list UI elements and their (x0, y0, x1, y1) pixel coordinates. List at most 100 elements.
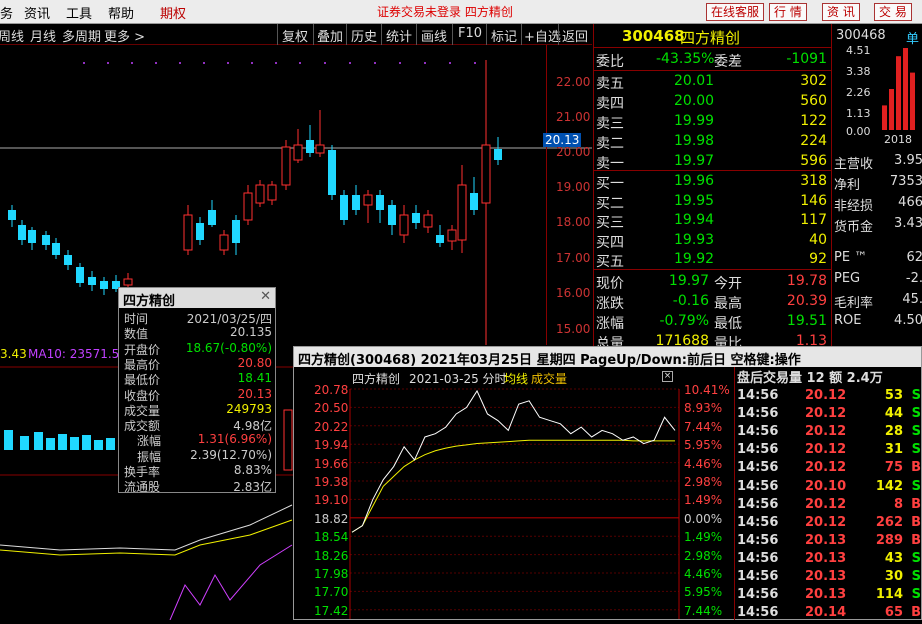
fin-bar (910, 72, 915, 130)
trade-button[interactable]: 交 易 (874, 3, 912, 21)
finance-label: 货币金 (834, 220, 874, 235)
tick-volume: 289 (875, 532, 903, 548)
tab-weekly[interactable]: 周线 (0, 26, 24, 45)
price-line (351, 389, 676, 533)
menu-item-options[interactable]: 期权 (160, 3, 186, 22)
fuquan-button[interactable]: 复权 (282, 26, 308, 45)
volume-bar (70, 437, 79, 450)
signal-dot (83, 62, 85, 64)
popup-value: 20.135 (230, 325, 272, 340)
candle-body (243, 192, 253, 221)
menu-item-help[interactable]: 帮助 (108, 3, 134, 22)
tick-price: 20.13 (805, 587, 847, 603)
menu-item-news[interactable]: 资讯 (24, 3, 50, 22)
tick-price: 20.10 (805, 478, 847, 494)
mark-button[interactable]: 标记 (491, 26, 517, 45)
ma10-value: MA10: 23571.56 (28, 347, 127, 361)
news-button[interactable]: 资 讯 (822, 3, 860, 21)
buy-level-label: 买一 (596, 176, 624, 192)
draw-button[interactable]: 画线 (421, 26, 447, 45)
intraday-chart (349, 388, 680, 619)
finance-value: 4.50 (894, 313, 922, 328)
order-book-buy-row: 买四 19.93 40 (594, 231, 831, 251)
tick-row: 14:56 20.13 289 B (735, 532, 922, 550)
candle-body (232, 220, 240, 243)
candle-body (8, 210, 16, 220)
price-tick: 21.00 (556, 110, 591, 124)
candle-body (436, 235, 444, 243)
ma-value: 3.43 (0, 347, 27, 361)
tick-time: 14:56 (737, 496, 779, 512)
tick-list[interactable]: 盘后交易量 12 额 2.4万 14:56 20.12 53 S 14:56 20.12 4… (734, 367, 922, 620)
candle-body (293, 144, 303, 161)
intraday-pct-tick: 7.44% (684, 419, 723, 434)
current-price-tag: 20.13 (543, 133, 582, 147)
quote-stat-row: 涨幅 -0.79% 最低 19.51 (594, 312, 831, 332)
signal-dot (449, 62, 451, 64)
stat-value: 19.51 (786, 313, 827, 329)
add-watchlist-button[interactable]: +自选 (524, 26, 561, 45)
volume-bar (82, 435, 91, 450)
chart-toolbar: 周线 月线 多周期 更多 > 复权 叠加 历史 统计 画线 F10 标记 +自选… (0, 24, 592, 45)
candle-body (481, 144, 491, 204)
tick-time: 14:56 (737, 569, 779, 584)
stat-value: -0.16 (672, 293, 709, 309)
price-tick: 19.00 (556, 180, 591, 194)
tick-flag: S (911, 424, 921, 440)
popup-value: 1.31(6.96%) (197, 432, 272, 447)
candle-body (28, 230, 36, 243)
popup-value: 18.67(-0.80%) (185, 340, 272, 355)
intraday-price-tick: 20.22 (314, 419, 349, 434)
market-button[interactable]: 行 情 (769, 3, 807, 21)
candle-body (123, 278, 133, 286)
back-button[interactable]: 返回 (562, 26, 588, 45)
order-book-sell-row: 卖四 20.00 560 (594, 92, 831, 112)
buy-level-label: 买二 (596, 195, 624, 212)
tick-volume: 65 (884, 605, 903, 621)
tab-more[interactable]: 更多 > (104, 26, 145, 45)
buy-volume: 92 (809, 251, 827, 267)
tick-volume: 31 (884, 442, 903, 458)
tick-flag: S (911, 442, 921, 458)
stock-header: 300468 四方精创 (594, 26, 831, 48)
finance-panel: 300468 单 4.51 3.38 2.26 1.13 0.00 2018 主… (831, 24, 922, 354)
menu-item-0[interactable]: 务 (0, 3, 13, 22)
overlay-button[interactable]: 叠加 (317, 26, 343, 45)
indicator-line (169, 544, 293, 621)
signal-dot (349, 62, 351, 64)
fin-year: 2018 (884, 133, 912, 146)
intraday-pct-tick: 10.41% (684, 383, 730, 397)
finance-value: 7353 (889, 174, 922, 189)
candle-body (196, 223, 204, 240)
tab-multi-period[interactable]: 多周期 (62, 26, 101, 45)
history-button[interactable]: 历史 (351, 26, 377, 45)
weicha-label: 委差 (714, 54, 742, 70)
intraday-price-tick: 17.42 (314, 603, 349, 618)
tick-flag: B (911, 532, 921, 548)
tab-monthly[interactable]: 月线 (30, 26, 56, 45)
intraday-pct-tick: 2.98% (684, 548, 723, 563)
tick-price: 20.12 (805, 496, 847, 512)
tick-volume: 114 (875, 587, 903, 603)
fin-code: 300468 (836, 28, 886, 43)
f10-button[interactable]: F10 (458, 26, 482, 41)
stat-label: 涨幅 (596, 316, 624, 332)
stat-value: 19.78 (786, 273, 827, 289)
order-book-buy-row: 买五 19.92 92 (594, 250, 831, 270)
sell-level-label: 卖五 (596, 76, 624, 92)
weibi-row: 委比 -43.35% 委差 -1091 (594, 50, 831, 70)
candle-body (52, 243, 60, 255)
signal-dot (251, 62, 253, 64)
tick-row: 14:56 20.13 43 S (735, 550, 922, 568)
online-service-button[interactable]: 在线客服 (706, 3, 765, 21)
kline-info-popup: 四方精创 ✕ 时间 2021/03/25/四 数值 20.135 开盘价 18.67(-0… (118, 287, 276, 494)
fin-scale: 3.38 (846, 65, 871, 78)
close-icon[interactable]: ✕ (260, 289, 271, 304)
stats-button[interactable]: 统计 (386, 26, 412, 45)
popup-title: 四方精创 (123, 294, 176, 309)
tick-row: 14:56 20.12 75 B (735, 459, 922, 477)
fin-scale: 2.26 (846, 86, 871, 99)
candle-body (255, 184, 265, 204)
fin-bar (882, 105, 887, 130)
menu-item-tools[interactable]: 工具 (66, 3, 92, 22)
